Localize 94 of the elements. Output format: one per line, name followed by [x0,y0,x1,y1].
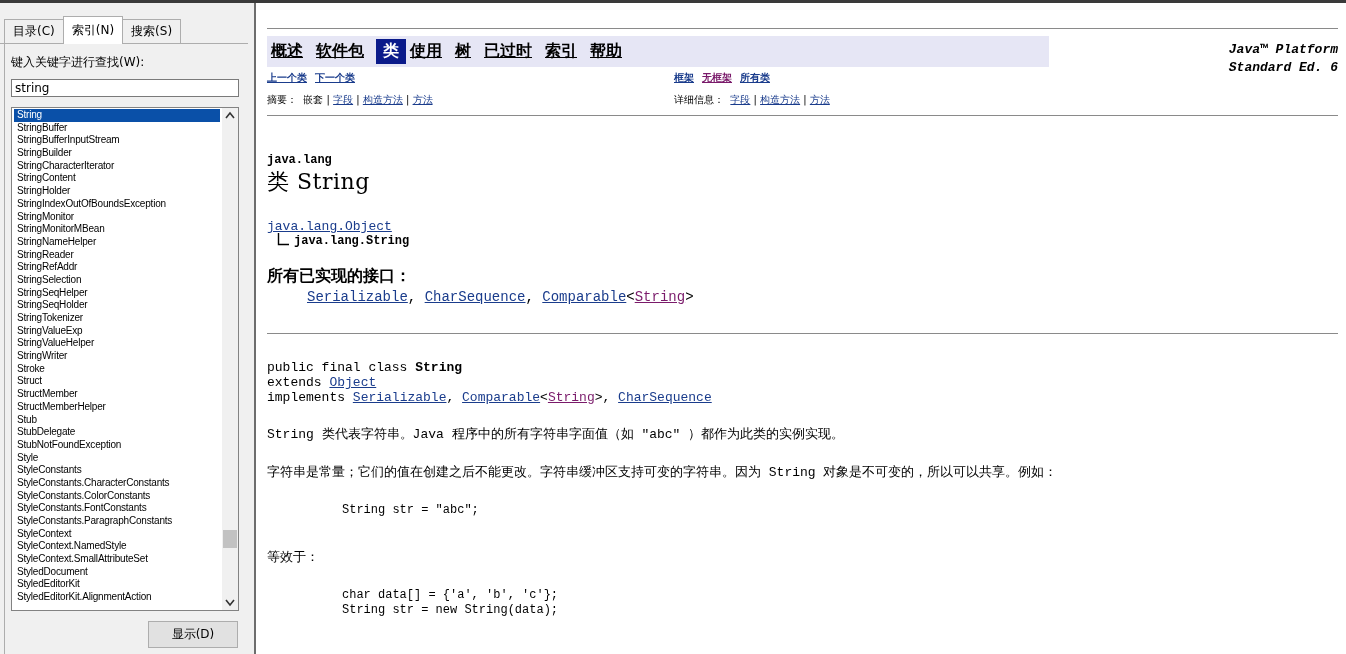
index-list-item[interactable]: StringBuffer [14,121,220,135]
link[interactable]: CharSequence [424,289,526,305]
section-links-line: 摘要： 嵌套 | 字段 | 构造方法 | 方法 [267,93,433,107]
index-list-item[interactable]: StringValueExp [14,324,220,338]
index-list-item[interactable]: StringRefAddr [14,261,220,274]
code-line: String str = new String(data); [342,603,560,618]
interfaces-list: Serializable, CharSequence, Comparable<String> [267,289,1338,305]
index-list-item[interactable]: StyleConstants [14,464,220,477]
section-links-line: 详细信息： 字段 | 构造方法 | 方法 [674,93,831,107]
tab[interactable]: 搜索(S) [122,19,182,43]
link[interactable]: 方法 [412,94,433,105]
nav-link[interactable]: 帮助 [589,39,623,64]
description-text: 等效于： [267,550,320,566]
link[interactable]: 构造方法 [760,94,801,105]
package-name: java.lang [267,153,333,167]
class-nav-link[interactable]: 上一个类 [267,71,307,85]
link[interactable]: 构造方法 [362,94,403,105]
frame-link[interactable]: 所有类 [740,71,770,85]
index-list-item[interactable]: StyleContext [14,527,220,541]
index-list-item[interactable]: StringValueHelper [14,337,220,351]
index-list-item[interactable]: StubDelegate [14,426,220,439]
scrollbar-thumb[interactable] [223,530,237,548]
visited-link[interactable]: String [634,289,686,305]
declaration-line: extends Object [267,375,378,390]
index-list-item[interactable]: StringWriter [14,350,220,363]
nav-link[interactable]: 使用 [409,39,443,64]
index-list-item[interactable]: Stub [14,413,220,427]
index-list-item[interactable]: StyleContext.SmallAttributeSet [14,553,220,566]
index-list-item[interactable]: Style [14,451,220,465]
index-list-item[interactable]: StyleContext.NamedStyle [14,540,220,554]
declaration-line: implements Serializable, Comparable<String>, CharSequence [267,390,713,405]
visited-link[interactable]: String [547,390,595,405]
keyword-input-field[interactable]: string [11,79,239,97]
index-list-item[interactable]: StyledEditorKit.AlignmentAction [14,591,220,604]
index-list-item[interactable]: StubNotFoundException [14,438,220,452]
nav-link[interactable]: 软件包 [315,39,365,64]
class-title: 类 String [267,168,371,196]
description-text: String 类代表字符串。Java 程序中的所有字符串字面值（如 "abc" ）都作为此类的实例实现。 [267,427,846,443]
link[interactable]: Comparable [462,390,541,405]
description-text: 字符串是常量；它们的值在创建之后不能更改。字符串缓冲区支持可变的字符串。因为 String 对象是不可变的，所以可以共享。例如： [267,465,1059,481]
link[interactable]: Serializable [352,390,447,405]
link[interactable]: 字段 [333,94,354,105]
code-line: char data[] = {'a', 'b', 'c'}; [342,588,560,603]
index-list-item[interactable]: StringContent [14,172,220,186]
index-list-item[interactable]: StringIndexOutOfBoundsException [14,197,220,211]
index-list-item[interactable]: StyledDocument [14,565,220,579]
declaration-line: public final class String [267,360,464,375]
class-name: java.lang.String [294,234,410,248]
index-list-item[interactable]: StringBuilder [14,147,220,160]
link[interactable]: CharSequence [618,390,712,405]
tab[interactable]: 目录(C) [4,19,64,43]
index-list-item[interactable]: StringSeqHelper [14,286,220,300]
index-list-item[interactable]: StringCharacterIterator [14,159,220,173]
index-list-item[interactable]: StyleConstants.ColorConstants [14,489,220,503]
link[interactable]: Serializable [307,289,408,305]
frame-link[interactable]: 无框架 [702,71,732,85]
index-list-item[interactable]: StringHolder [14,185,220,198]
index-list-item[interactable]: String [14,109,220,122]
platform-label: Java™ Platform [1228,41,1338,59]
index-list-item[interactable]: Stroke [14,362,220,376]
index-list-item[interactable]: StyledEditorKit [14,578,220,592]
link[interactable]: Object [329,375,377,390]
index-list-item[interactable]: StyleConstants.ParagraphConstants [14,515,220,528]
tree-branch-icon [277,232,289,246]
index-list-item[interactable]: StringTokenizer [14,312,220,325]
index-list-item[interactable]: StringMonitorMBean [14,223,220,236]
platform-label: Standard Ed. 6 [1228,59,1338,77]
nav-link[interactable]: 树 [454,39,472,64]
index-list-item[interactable]: StringMonitor [14,210,220,224]
code-line: String str = "abc"; [342,503,480,518]
index-list-item[interactable]: StyleConstants.CharacterConstants [14,476,220,490]
index-list-item[interactable]: StyleConstants.FontConstants [14,502,220,515]
index-list-item[interactable]: StringSeqHolder [14,299,220,312]
link[interactable]: 方法 [809,94,830,105]
nav-link[interactable]: 概述 [270,39,304,64]
nav-link[interactable]: 索引 [544,39,578,64]
index-list-item[interactable]: StringNameHelper [14,235,220,249]
index-list-item[interactable]: StructMember [14,388,220,401]
link[interactable]: 字段 [730,94,751,105]
display-button[interactable]: 显示(D) [148,621,238,648]
index-list-item[interactable]: StringSelection [14,273,220,287]
superclass-link[interactable]: java.lang.Object [267,219,392,234]
search-prompt-label: 键入关键字进行查找(W): [11,54,146,71]
tab[interactable]: 索引(N) [62,16,124,44]
index-list-item[interactable]: StringReader [14,248,220,262]
nav-link[interactable]: 已过时 [483,39,533,64]
link[interactable]: Comparable [542,289,627,305]
nav-link[interactable]: 类 [376,39,406,64]
class-nav-link[interactable]: 下一个类 [315,71,355,85]
index-list-item[interactable]: StructMemberHelper [14,400,220,414]
frame-link[interactable]: 框架 [674,71,694,85]
index-list-item[interactable]: Struct [14,375,220,389]
index-list-item[interactable]: StringBufferInputStream [14,134,220,148]
interfaces-heading: 所有已实现的接口： [267,266,412,287]
